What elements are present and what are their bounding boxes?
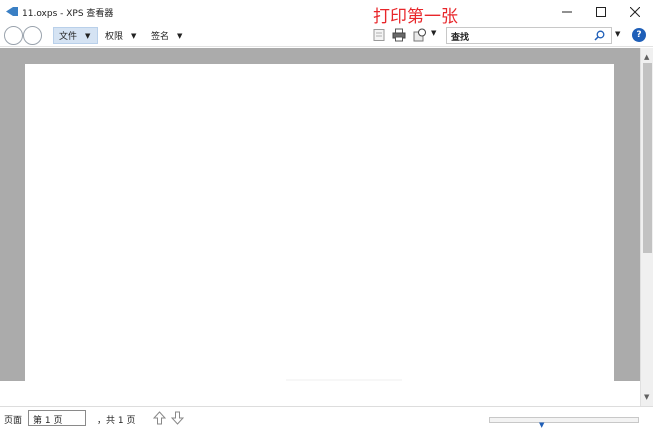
vertical-scrollbar[interactable]: ▲ ▼ bbox=[640, 48, 653, 406]
status-bar: 页面 第 1 页 ，共 1 页 ▼ bbox=[0, 406, 653, 430]
previous-page-icon[interactable] bbox=[153, 411, 166, 425]
menu-signatures-label: 签名 bbox=[151, 32, 170, 42]
maximize-icon bbox=[596, 7, 606, 17]
page-number-input[interactable]: 第 1 页 bbox=[28, 410, 86, 426]
next-page-icon[interactable] bbox=[171, 411, 184, 425]
close-icon bbox=[630, 7, 640, 17]
menu-signatures[interactable]: 签名 ▼ bbox=[146, 27, 187, 44]
xps-app-icon bbox=[6, 7, 18, 16]
page-label: 页面 bbox=[4, 416, 23, 426]
scroll-down-icon[interactable]: ▼ bbox=[644, 393, 649, 401]
chevron-down-icon[interactable]: ▼ bbox=[431, 29, 436, 37]
document-bottom-margin bbox=[0, 381, 640, 406]
zoom-slider[interactable] bbox=[489, 417, 639, 423]
forward-button[interactable] bbox=[23, 26, 42, 45]
maximize-button[interactable] bbox=[584, 0, 618, 24]
help-icon[interactable]: ? bbox=[632, 28, 646, 42]
scroll-up-icon[interactable]: ▲ bbox=[644, 53, 649, 61]
document-page bbox=[25, 64, 614, 393]
chevron-down-icon[interactable]: ▼ bbox=[615, 30, 620, 38]
chevron-down-icon: ▼ bbox=[177, 31, 183, 40]
toolbar: 文件 ▼ 权限 ▼ 签名 ▼ ▼ 查找 ▼ ? bbox=[0, 24, 653, 47]
minimize-button[interactable] bbox=[550, 0, 584, 24]
search-input[interactable]: 查找 bbox=[446, 27, 612, 44]
back-button[interactable] bbox=[4, 26, 23, 45]
menu-permissions[interactable]: 权限 ▼ bbox=[100, 27, 141, 44]
chevron-down-icon: ▼ bbox=[85, 31, 91, 40]
zoom-icon[interactable] bbox=[413, 28, 427, 42]
search-label: 查找 bbox=[451, 33, 470, 43]
page-total: ，共 1 页 bbox=[97, 416, 136, 426]
print-icon[interactable] bbox=[392, 28, 406, 42]
menu-file-label: 文件 bbox=[59, 32, 78, 42]
reading-view-icon[interactable] bbox=[372, 28, 386, 42]
menu-file[interactable]: 文件 ▼ bbox=[53, 27, 98, 44]
minimize-icon bbox=[562, 11, 572, 13]
search-icon[interactable] bbox=[594, 30, 605, 41]
chevron-down-icon: ▼ bbox=[131, 31, 137, 40]
title-bar: 11.oxps - XPS 查看器 打印第一张 bbox=[0, 0, 653, 27]
scroll-thumb[interactable] bbox=[643, 63, 652, 253]
zoom-slider-thumb-icon[interactable]: ▼ bbox=[539, 421, 544, 429]
document-view bbox=[0, 48, 640, 393]
close-button[interactable] bbox=[618, 0, 652, 24]
menu-permissions-label: 权限 bbox=[105, 32, 124, 42]
window-title: 11.oxps - XPS 查看器 bbox=[22, 9, 114, 19]
